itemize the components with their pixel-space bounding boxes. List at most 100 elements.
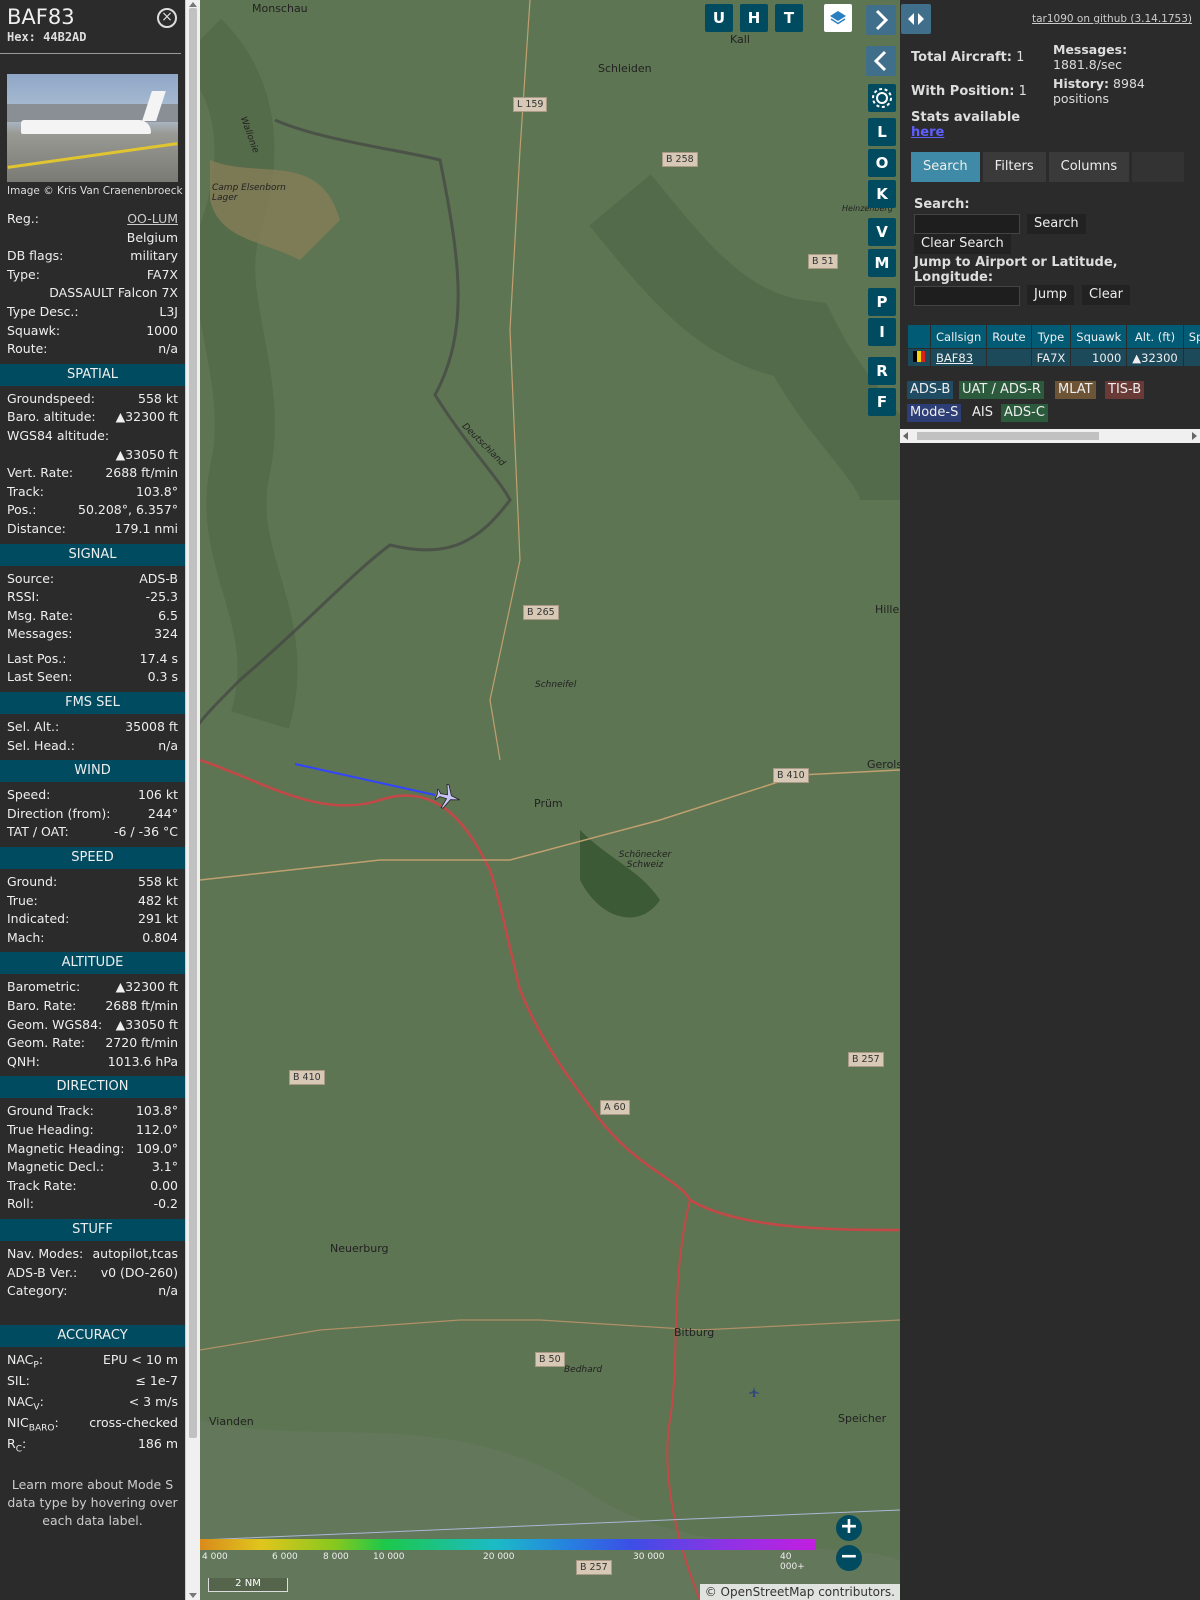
column-header[interactable]: Squawk — [1070, 324, 1128, 349]
zoom-out-button[interactable]: − — [836, 1545, 862, 1571]
road-label: A 60 — [600, 1100, 630, 1115]
info-row-value: L3J — [159, 303, 178, 319]
side-button-l[interactable]: L — [868, 118, 896, 146]
tab-search[interactable]: Search — [911, 152, 980, 182]
info-row-label: NICBARO: — [7, 1414, 59, 1434]
column-header[interactable] — [907, 324, 931, 349]
previous-arrow-icon[interactable] — [866, 46, 896, 76]
info-row-value: Belgium — [126, 229, 178, 245]
table-cell-callsign[interactable]: BAF83 — [929, 348, 988, 367]
side-button-r[interactable]: R — [868, 357, 896, 385]
aircraft-photo[interactable] — [7, 74, 178, 182]
info-row-label: Category: — [7, 1283, 68, 1299]
info-row-label: Distance: — [7, 520, 66, 536]
place-label: Neuerburg — [330, 1242, 389, 1255]
section-header-speed: SPEED — [0, 847, 185, 870]
info-row-value: 1013.6 hPa — [107, 1053, 178, 1069]
side-button-k[interactable]: K — [868, 180, 896, 208]
info-row-value: 558 kt — [138, 874, 178, 890]
info-row: Roll: -0.2 — [7, 1195, 178, 1214]
info-row-label: True Heading: — [7, 1121, 94, 1137]
side-button-m[interactable]: M — [868, 249, 896, 277]
side-button-p[interactable]: P — [868, 288, 896, 316]
close-icon[interactable]: × — [157, 8, 177, 28]
column-header[interactable]: Spd — [1182, 324, 1200, 349]
info-row-label: Track: — [7, 483, 44, 499]
info-row: Track: 103.8° — [7, 483, 178, 502]
button-u[interactable]: U — [705, 4, 733, 32]
column-header[interactable]: Alt. (ft) — [1126, 324, 1184, 349]
clear-search-button[interactable]: Clear Search — [914, 234, 1011, 254]
info-row-value: 35008 ft — [125, 719, 178, 735]
side-button-i[interactable]: I — [868, 318, 896, 346]
info-row-value: 112.0° — [135, 1121, 178, 1137]
info-row-label: Indicated: — [7, 911, 70, 927]
info-row: Vert. Rate: 2688 ft/min — [7, 464, 178, 483]
map-attribution[interactable]: © OpenStreetMap contributors. — [699, 1584, 900, 1600]
info-row-value: 3.1° — [151, 1159, 178, 1175]
map-canvas[interactable]: Monschau Kall Schleiden Camp Elsenborn L… — [200, 0, 900, 1600]
next-arrow-icon[interactable] — [866, 5, 896, 35]
info-row-value: ▲32300 ft — [115, 409, 178, 425]
table-cell-route — [986, 348, 1032, 367]
road-label: B 410 — [773, 768, 809, 783]
settings-gear-icon[interactable] — [868, 84, 896, 112]
search-button[interactable]: Search — [1027, 214, 1086, 234]
layers-icon[interactable] — [824, 4, 852, 32]
github-link[interactable]: tar1090 on github (3.14.1753) — [1032, 13, 1192, 25]
clear-button[interactable]: Clear — [1082, 285, 1130, 305]
legend-mlat: MLAT — [1055, 381, 1096, 399]
info-row-value: ▲33050 ft — [115, 446, 178, 462]
info-row-label: NACP: — [7, 1351, 44, 1371]
button-t[interactable]: T — [775, 4, 803, 32]
side-button-o[interactable]: O — [868, 149, 896, 177]
scrollbar-thumb[interactable] — [189, 8, 197, 1438]
table-horizontal-scrollbar[interactable] — [900, 429, 1200, 443]
info-row-label: Last Pos.: — [7, 650, 67, 666]
info-row-label: Track Rate: — [7, 1177, 77, 1193]
table-body: BAF83 FA7X 1000 ▲32300 — [907, 348, 1200, 367]
colorbar-ticks: 4 000 6 000 8 000 10 000 20 000 30 000 4… — [202, 1552, 805, 1572]
info-row-value: 0.3 s — [147, 669, 178, 685]
tab-columns[interactable]: Columns — [1048, 152, 1130, 182]
jump-button[interactable]: Jump — [1027, 285, 1074, 305]
info-row: Ground Track: 103.8° — [7, 1102, 178, 1121]
info-row: Belgium — [7, 229, 178, 248]
info-row-value: ▲32300 ft — [115, 979, 178, 995]
info-row-value[interactable]: OO-LUM — [127, 210, 178, 229]
hscroll-thumb[interactable] — [917, 432, 1099, 440]
info-row-value: 291 kt — [138, 911, 178, 927]
side-button-f[interactable]: F — [868, 388, 896, 416]
expand-collapse-icon[interactable] — [901, 4, 931, 34]
side-button-v[interactable]: V — [868, 218, 896, 246]
info-row-label: Msg. Rate: — [7, 607, 74, 623]
search-label: Search: — [914, 197, 970, 212]
road-label: B 257 — [848, 1052, 884, 1067]
tab-extra[interactable] — [1132, 152, 1185, 182]
info-row: Track Rate: 0.00 — [7, 1177, 178, 1196]
altitude-colorbar — [200, 1539, 816, 1550]
messages-stat: Messages: 1881.8/sec — [1053, 42, 1128, 72]
jump-input[interactable] — [914, 286, 1020, 306]
table-row[interactable]: BAF83 FA7X 1000 ▲32300 — [907, 348, 1200, 367]
table-cell-alt: ▲32300 — [1126, 348, 1184, 367]
photo-credit: Image © Kris Van Craenenbroeck — [7, 185, 183, 197]
column-header[interactable]: Callsign — [929, 324, 988, 349]
info-row-label: ADS-B Ver.: — [7, 1264, 78, 1280]
info-row-value: v0 (DO-260) — [100, 1264, 178, 1280]
info-row-label: Type: — [7, 266, 40, 282]
legend-mode-s: Mode-S — [907, 404, 962, 422]
search-input[interactable] — [914, 214, 1020, 234]
tab-filters[interactable]: Filters — [982, 152, 1046, 182]
info-sections: SPATIAL Groundspeed: 558 kt Baro. altitude:… — [0, 363, 185, 1456]
section-body-accuracy: NACP: EPU < 10 m SIL: ≤ 1e-7 NACV: < 3 m/s NIC… — [0, 1351, 185, 1456]
section-header-stuff: STUFF — [0, 1218, 185, 1241]
info-scrollbar[interactable] — [185, 0, 200, 1600]
zoom-in-button[interactable]: + — [836, 1515, 862, 1541]
column-header[interactable]: Type — [1030, 324, 1072, 349]
column-header[interactable]: Route — [986, 324, 1032, 349]
stats-link[interactable]: here — [911, 125, 944, 140]
section-header-altitude: ALTITUDE — [0, 952, 185, 975]
button-h[interactable]: H — [740, 4, 768, 32]
info-row-value: -25.3 — [145, 589, 178, 605]
